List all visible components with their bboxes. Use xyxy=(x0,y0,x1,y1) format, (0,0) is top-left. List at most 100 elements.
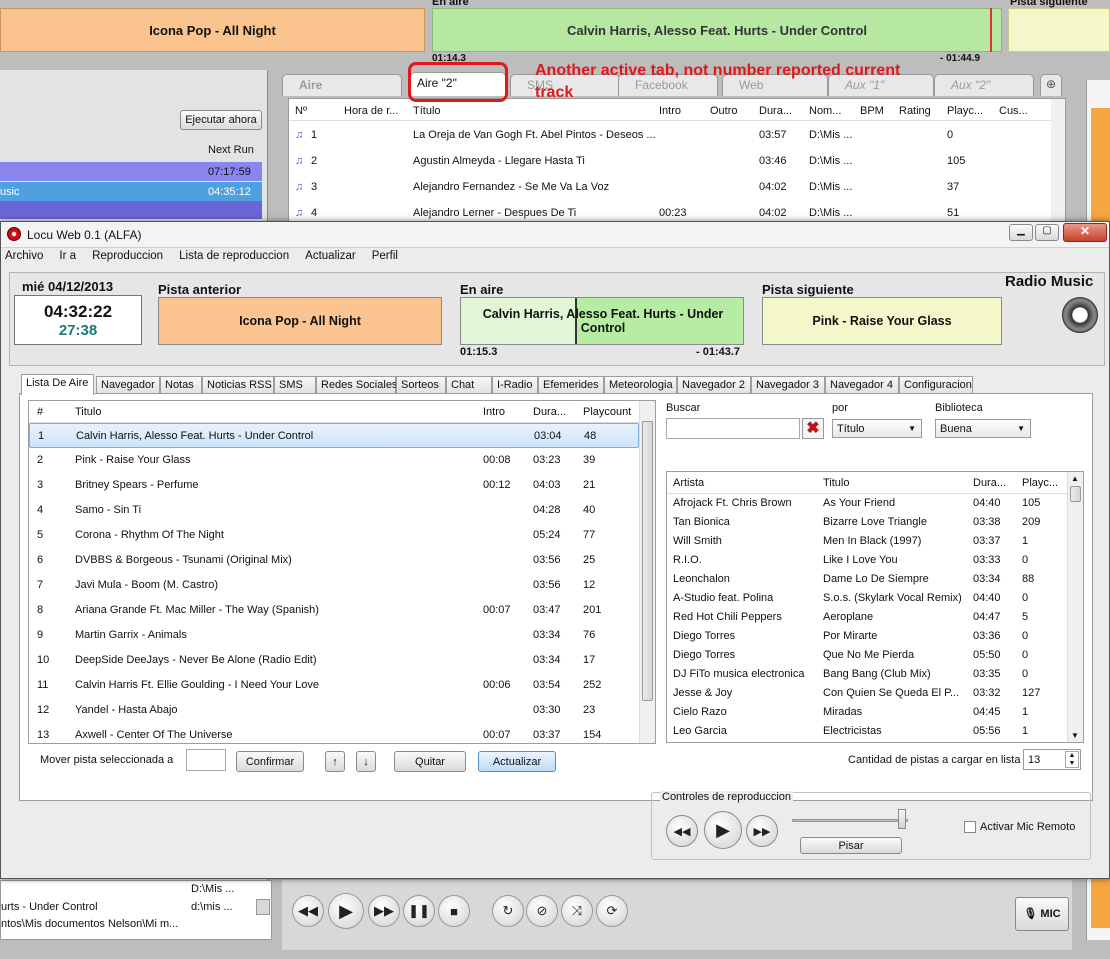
bg-col[interactable]: Outro xyxy=(710,105,738,117)
tab-navegador-2[interactable]: Navegador 2 xyxy=(677,376,751,394)
menu-reproduccion[interactable]: Reproduccion xyxy=(92,250,163,262)
bg-col[interactable]: Cus... xyxy=(999,105,1028,117)
menu-perfil[interactable]: Perfil xyxy=(372,250,398,262)
col-artista[interactable]: Artista xyxy=(673,477,704,489)
library-row[interactable]: Diego Torres Que No Me Pierda 05:50 0 xyxy=(667,646,1067,665)
pause-icon[interactable]: ❚❚ xyxy=(403,895,435,927)
library-row[interactable]: R.I.O. Like I Love You 03:33 0 xyxy=(667,551,1067,570)
tab-i-radio[interactable]: I-Radio xyxy=(492,376,538,394)
remove-button[interactable]: Quitar xyxy=(394,751,466,772)
library-row[interactable]: Afrojack Ft. Chris Brown As Your Friend 04… xyxy=(667,494,1067,513)
mic-remote-checkbox[interactable] xyxy=(964,821,976,833)
playlist-scroll-thumb[interactable] xyxy=(642,421,653,701)
spinner-arrows-icon[interactable]: ▲ ▼ xyxy=(1065,751,1079,768)
track-count-spinner[interactable]: 13 ▲ ▼ xyxy=(1023,749,1081,770)
tab-efemerides[interactable]: Efemerides xyxy=(538,376,604,394)
library-select[interactable]: Buena xyxy=(935,419,1031,438)
bg-schedule-row[interactable] xyxy=(0,201,262,219)
repeat-one-icon[interactable]: ↻ xyxy=(492,895,524,927)
col-lib-duracion[interactable]: Dura... xyxy=(973,477,1006,489)
playlist-row[interactable]: 11 Calvin Harris Ft. Ellie Goulding - I N… xyxy=(29,673,639,698)
move-down-button[interactable]: ↓ xyxy=(356,751,376,772)
playlist-row[interactable]: 7 Javi Mula - Boom (M. Castro) 03:56 12 xyxy=(29,573,639,598)
col-intro[interactable]: Intro xyxy=(483,406,505,418)
bg-col[interactable]: Título xyxy=(413,105,441,117)
col-playcount[interactable]: Playcount xyxy=(583,406,631,418)
bg-col[interactable]: Nom... xyxy=(809,105,841,117)
library-row[interactable]: A-Studio feat. Polina S.o.s. (Skylark Voc… xyxy=(667,589,1067,608)
bg-schedule-row[interactable]: 07:17:59 xyxy=(0,162,262,181)
col-lib-playcount[interactable]: Playc... xyxy=(1022,477,1058,489)
bg-tab-aux-2[interactable]: Aux "2" xyxy=(934,74,1034,96)
close-icon[interactable]: ✕ xyxy=(1063,223,1107,242)
tab-chat[interactable]: Chat xyxy=(446,376,492,394)
library-row[interactable]: Tan Bionica Bizarre Love Triangle 03:38 209 xyxy=(667,513,1067,532)
playlist-row[interactable]: 12 Yandel - Hasta Abajo 03:30 23 xyxy=(29,698,639,723)
tab-navegador-4[interactable]: Navegador 4 xyxy=(825,376,899,394)
library-row[interactable]: Will Smith Men In Black (1997) 03:37 1 xyxy=(667,532,1067,551)
repeat-icon[interactable]: ⟳ xyxy=(596,895,628,927)
library-row[interactable]: DJ FiTo musica electronica Bang Bang (Clu… xyxy=(667,665,1067,684)
bg-list-row[interactable]: ♫ 2 Agustin Almeyda - Llegare Hasta Ti 03:4… xyxy=(289,149,1065,175)
col-duracion[interactable]: Dura... xyxy=(533,406,566,418)
bg-col[interactable]: Hora de r... xyxy=(344,105,398,117)
search-by-select[interactable]: Título xyxy=(832,419,922,438)
playlist-row[interactable]: 8 Ariana Grande Ft. Mac Miller - The Way … xyxy=(29,598,639,623)
tab-meteorologia[interactable]: Meteorologia xyxy=(604,376,677,394)
scroll-up-icon[interactable]: ▲ xyxy=(1071,474,1079,483)
library-row[interactable]: Cielo Razo Miradas 04:45 1 xyxy=(667,703,1067,722)
bg-col[interactable]: Rating xyxy=(899,105,931,117)
bg-col[interactable]: Nº xyxy=(295,105,307,117)
bg-tab-aire[interactable]: Aire xyxy=(282,74,402,96)
menu-ir-a[interactable]: Ir a xyxy=(59,250,76,262)
menu-archivo[interactable]: Archivo xyxy=(5,250,43,262)
volume-slider-thumb[interactable] xyxy=(898,809,907,829)
block-icon[interactable]: ⊘ xyxy=(526,895,558,927)
search-input[interactable] xyxy=(666,418,800,439)
move-position-input[interactable] xyxy=(186,749,226,771)
move-up-button[interactable]: ↑ xyxy=(325,751,345,772)
tab-navegador[interactable]: Navegador xyxy=(96,376,160,394)
play-icon[interactable]: ▶ xyxy=(704,811,742,849)
bg-list-row[interactable]: ♫ 3 Alejandro Fernandez - Se Me Va La Voz 0… xyxy=(289,175,1065,201)
tab-configuracion[interactable]: Configuracion xyxy=(899,376,973,394)
library-row[interactable]: Jesse & Joy Con Quien Se Queda El P... 03:… xyxy=(667,684,1067,703)
tab-lista-de-aire[interactable]: Lista De Aire xyxy=(21,374,94,395)
refresh-button[interactable]: Actualizar xyxy=(478,751,556,772)
library-row[interactable]: Red Hot Chili Peppers Aeroplane 04:47 5 xyxy=(667,608,1067,627)
bg-col[interactable]: Intro xyxy=(659,105,681,117)
rewind-icon[interactable]: ◀◀ xyxy=(292,895,324,927)
col-num[interactable]: # xyxy=(37,406,43,418)
playlist-row[interactable]: 6 DVBBS & Borgeous - Tsunami (Original Mi… xyxy=(29,548,639,573)
stop-icon[interactable]: ■ xyxy=(438,895,470,927)
bg-col[interactable]: BPM xyxy=(860,105,884,117)
tab-navegador-3[interactable]: Navegador 3 xyxy=(751,376,825,394)
library-row[interactable]: Diego Torres Por Mirarte 03:36 0 xyxy=(667,627,1067,646)
col-lib-titulo[interactable]: Titulo xyxy=(823,477,850,489)
tab-redes-sociales[interactable]: Redes Sociales xyxy=(316,376,397,394)
play-icon[interactable]: ▶ xyxy=(328,893,364,929)
shuffle-icon[interactable]: ⤨ xyxy=(561,895,593,927)
library-scroll-thumb[interactable] xyxy=(1070,486,1081,502)
playlist-row[interactable]: 10 DeepSide DeeJays - Never Be Alone (Rad… xyxy=(29,648,639,673)
playlist-row[interactable]: 2 Pink - Raise Your Glass 00:08 03:23 39 xyxy=(29,448,639,473)
playlist-row[interactable]: 13 Axwell - Center Of The Universe 00:07 03… xyxy=(29,723,639,743)
playlist-row[interactable]: 3 Britney Spears - Perfume 00:12 04:03 21 xyxy=(29,473,639,498)
playlist-scrollbar[interactable] xyxy=(639,401,655,743)
pisar-button[interactable]: Pisar xyxy=(800,837,902,854)
maximize-icon[interactable]: ▢ xyxy=(1035,224,1059,241)
playlist-row[interactable]: 9 Martin Garrix - Animals 03:34 76 xyxy=(29,623,639,648)
fast-forward-icon[interactable]: ▶▶ xyxy=(746,815,778,847)
clear-search-icon[interactable]: ✖ xyxy=(802,418,824,439)
playlist-row[interactable]: 1 Calvin Harris, Alesso Feat. Hurts - Und… xyxy=(29,423,639,448)
bg-col[interactable]: Dura... xyxy=(759,105,792,117)
bg-list-scrollbar[interactable] xyxy=(1051,99,1065,223)
fast-forward-icon[interactable]: ▶▶ xyxy=(368,895,400,927)
col-titulo[interactable]: Titulo xyxy=(75,406,102,418)
volume-track[interactable] xyxy=(792,819,908,822)
library-row[interactable]: Jealous GuysMr. Brightside (Big Room ...… xyxy=(667,741,1067,742)
mic-button[interactable]: 🎙 MIC xyxy=(1015,897,1069,931)
bg-list-row[interactable]: ♫ 1 La Oreja de Van Gogh Ft. Abel Pintos -… xyxy=(289,123,1065,149)
tab-sorteos[interactable]: Sorteos xyxy=(396,376,446,394)
bg-schedule-row[interactable]: usic 04:35:12 xyxy=(0,182,262,201)
